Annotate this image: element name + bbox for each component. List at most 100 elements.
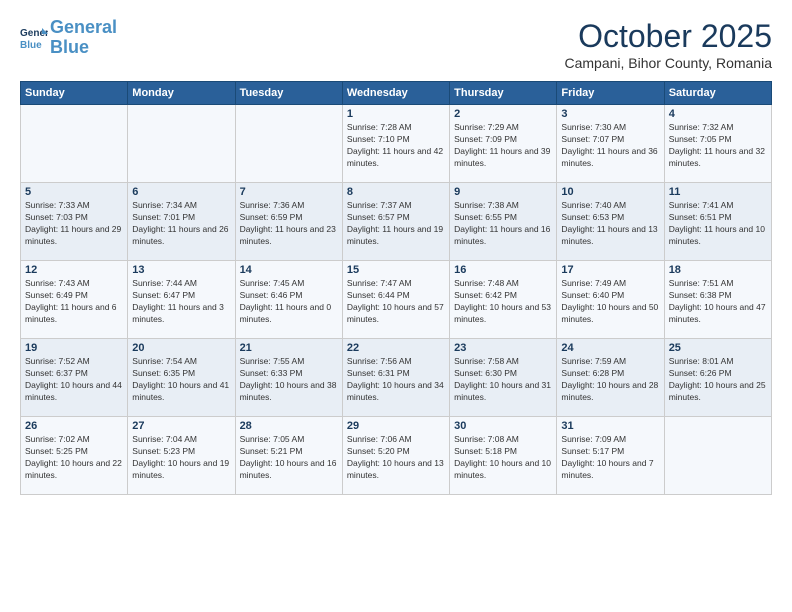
- week-row-4: 19 Sunrise: 7:52 AMSunset: 6:37 PMDayligh…: [21, 339, 772, 417]
- logo-line2: Blue: [50, 37, 89, 57]
- day-info: Sunrise: 7:33 AMSunset: 7:03 PMDaylight:…: [25, 200, 123, 248]
- day-info: Sunrise: 7:40 AMSunset: 6:53 PMDaylight:…: [561, 200, 659, 248]
- day-number: 16: [454, 264, 552, 276]
- day-cell: 6 Sunrise: 7:34 AMSunset: 7:01 PMDaylight…: [128, 183, 235, 261]
- day-cell: 26 Sunrise: 7:02 AMSunset: 5:25 PMDayligh…: [21, 417, 128, 495]
- day-cell: 22 Sunrise: 7:56 AMSunset: 6:31 PMDayligh…: [342, 339, 449, 417]
- day-cell: 20Sunrise: 7:54 AMSunset: 6:35 PMDayligh…: [128, 339, 235, 417]
- day-cell: [128, 105, 235, 183]
- col-tuesday: Tuesday: [235, 82, 342, 105]
- location-title: Campani, Bihor County, Romania: [564, 55, 772, 71]
- day-cell: 16 Sunrise: 7:48 AMSunset: 6:42 PMDayligh…: [450, 261, 557, 339]
- day-cell: 1 Sunrise: 7:28 AMSunset: 7:10 PMDaylight…: [342, 105, 449, 183]
- day-number: 7: [240, 186, 338, 198]
- day-cell: 18 Sunrise: 7:51 AMSunset: 6:38 PMDayligh…: [664, 261, 771, 339]
- day-info: Sunrise: 7:43 AMSunset: 6:49 PMDaylight:…: [25, 278, 123, 326]
- logo-text: General Blue: [50, 18, 117, 58]
- week-row-3: 12 Sunrise: 7:43 AMSunset: 6:49 PMDayligh…: [21, 261, 772, 339]
- day-number: 4: [669, 108, 767, 120]
- day-cell: [21, 105, 128, 183]
- day-info: Sunrise: 7:52 AMSunset: 6:37 PMDaylight:…: [25, 356, 123, 404]
- day-number: 23: [454, 342, 552, 354]
- day-number: 10: [561, 186, 659, 198]
- day-number: 1: [347, 108, 445, 120]
- day-info: Sunrise: 7:06 AMSunset: 5:20 PMDaylight:…: [347, 434, 445, 482]
- col-sunday: Sunday: [21, 82, 128, 105]
- day-info: Sunrise: 7:34 AMSunset: 7:01 PMDaylight:…: [132, 200, 230, 248]
- day-number: 22: [347, 342, 445, 354]
- day-info: Sunrise: 7:51 AMSunset: 6:38 PMDaylight:…: [669, 278, 767, 326]
- day-number: 11: [669, 186, 767, 198]
- col-friday: Friday: [557, 82, 664, 105]
- day-number: 28: [240, 420, 338, 432]
- day-cell: 24Sunrise: 7:59 AMSunset: 6:28 PMDayligh…: [557, 339, 664, 417]
- day-cell: 14 Sunrise: 7:45 AMSunset: 6:46 PMDayligh…: [235, 261, 342, 339]
- title-block: October 2025 Campani, Bihor County, Roma…: [564, 18, 772, 71]
- day-info: Sunrise: 7:56 AMSunset: 6:31 PMDaylight:…: [347, 356, 445, 404]
- day-cell: 10 Sunrise: 7:40 AMSunset: 6:53 PMDayligh…: [557, 183, 664, 261]
- day-number: 21: [240, 342, 338, 354]
- day-info: Sunrise: 7:04 AMSunset: 5:23 PMDaylight:…: [132, 434, 230, 482]
- week-row-5: 26 Sunrise: 7:02 AMSunset: 5:25 PMDayligh…: [21, 417, 772, 495]
- day-info: Sunrise: 7:58 AMSunset: 6:30 PMDaylight:…: [454, 356, 552, 404]
- day-info: Sunrise: 7:28 AMSunset: 7:10 PMDaylight:…: [347, 122, 445, 170]
- calendar-header: Sunday Monday Tuesday Wednesday Thursday…: [21, 82, 772, 105]
- day-cell: 27 Sunrise: 7:04 AMSunset: 5:23 PMDayligh…: [128, 417, 235, 495]
- day-info: Sunrise: 7:09 AMSunset: 5:17 PMDaylight:…: [561, 434, 659, 482]
- day-info: Sunrise: 7:48 AMSunset: 6:42 PMDaylight:…: [454, 278, 552, 326]
- day-info: Sunrise: 7:32 AMSunset: 7:05 PMDaylight:…: [669, 122, 767, 170]
- day-info: Sunrise: 7:45 AMSunset: 6:46 PMDaylight:…: [240, 278, 338, 326]
- day-number: 26: [25, 420, 123, 432]
- day-cell: [235, 105, 342, 183]
- day-number: 19: [25, 342, 123, 354]
- day-number: 17: [561, 264, 659, 276]
- day-number: 9: [454, 186, 552, 198]
- day-cell: [664, 417, 771, 495]
- day-cell: 29 Sunrise: 7:06 AMSunset: 5:20 PMDayligh…: [342, 417, 449, 495]
- day-number: 27: [132, 420, 230, 432]
- day-number: 15: [347, 264, 445, 276]
- day-cell: 31Sunrise: 7:09 AMSunset: 5:17 PMDayligh…: [557, 417, 664, 495]
- day-cell: 15Sunrise: 7:47 AMSunset: 6:44 PMDayligh…: [342, 261, 449, 339]
- logo: General Blue General Blue: [20, 18, 117, 58]
- month-title: October 2025: [564, 18, 772, 55]
- day-number: 29: [347, 420, 445, 432]
- day-info: Sunrise: 7:55 AMSunset: 6:33 PMDaylight:…: [240, 356, 338, 404]
- day-number: 3: [561, 108, 659, 120]
- day-info: Sunrise: 7:41 AMSunset: 6:51 PMDaylight:…: [669, 200, 767, 248]
- day-info: Sunrise: 7:30 AMSunset: 7:07 PMDaylight:…: [561, 122, 659, 170]
- svg-text:Blue: Blue: [20, 40, 42, 51]
- day-cell: 25Sunrise: 8:01 AMSunset: 6:26 PMDayligh…: [664, 339, 771, 417]
- day-cell: 28 Sunrise: 7:05 AMSunset: 5:21 PMDayligh…: [235, 417, 342, 495]
- day-cell: 4 Sunrise: 7:32 AMSunset: 7:05 PMDaylight…: [664, 105, 771, 183]
- day-info: Sunrise: 7:59 AMSunset: 6:28 PMDaylight:…: [561, 356, 659, 404]
- day-number: 12: [25, 264, 123, 276]
- day-cell: 3 Sunrise: 7:30 AMSunset: 7:07 PMDaylight…: [557, 105, 664, 183]
- day-cell: 23 Sunrise: 7:58 AMSunset: 6:30 PMDayligh…: [450, 339, 557, 417]
- day-cell: 30Sunrise: 7:08 AMSunset: 5:18 PMDayligh…: [450, 417, 557, 495]
- day-info: Sunrise: 7:05 AMSunset: 5:21 PMDaylight:…: [240, 434, 338, 482]
- col-monday: Monday: [128, 82, 235, 105]
- day-cell: 9 Sunrise: 7:38 AMSunset: 6:55 PMDaylight…: [450, 183, 557, 261]
- day-number: 20: [132, 342, 230, 354]
- day-cell: 12 Sunrise: 7:43 AMSunset: 6:49 PMDayligh…: [21, 261, 128, 339]
- day-cell: 5Sunrise: 7:33 AMSunset: 7:03 PMDaylight…: [21, 183, 128, 261]
- day-info: Sunrise: 7:44 AMSunset: 6:47 PMDaylight:…: [132, 278, 230, 326]
- week-row-2: 5Sunrise: 7:33 AMSunset: 7:03 PMDaylight…: [21, 183, 772, 261]
- day-number: 13: [132, 264, 230, 276]
- col-thursday: Thursday: [450, 82, 557, 105]
- week-row-1: 1 Sunrise: 7:28 AMSunset: 7:10 PMDaylight…: [21, 105, 772, 183]
- day-info: Sunrise: 7:38 AMSunset: 6:55 PMDaylight:…: [454, 200, 552, 248]
- col-saturday: Saturday: [664, 82, 771, 105]
- day-number: 18: [669, 264, 767, 276]
- header: General Blue General Blue October 2025 C…: [20, 18, 772, 71]
- calendar-body: 1 Sunrise: 7:28 AMSunset: 7:10 PMDaylight…: [21, 105, 772, 495]
- logo-icon: General Blue: [20, 24, 48, 52]
- day-number: 6: [132, 186, 230, 198]
- day-info: Sunrise: 7:02 AMSunset: 5:25 PMDaylight:…: [25, 434, 123, 482]
- day-cell: 21 Sunrise: 7:55 AMSunset: 6:33 PMDayligh…: [235, 339, 342, 417]
- header-row: Sunday Monday Tuesday Wednesday Thursday…: [21, 82, 772, 105]
- day-number: 14: [240, 264, 338, 276]
- day-cell: 11 Sunrise: 7:41 AMSunset: 6:51 PMDayligh…: [664, 183, 771, 261]
- day-cell: 7Sunrise: 7:36 AMSunset: 6:59 PMDaylight…: [235, 183, 342, 261]
